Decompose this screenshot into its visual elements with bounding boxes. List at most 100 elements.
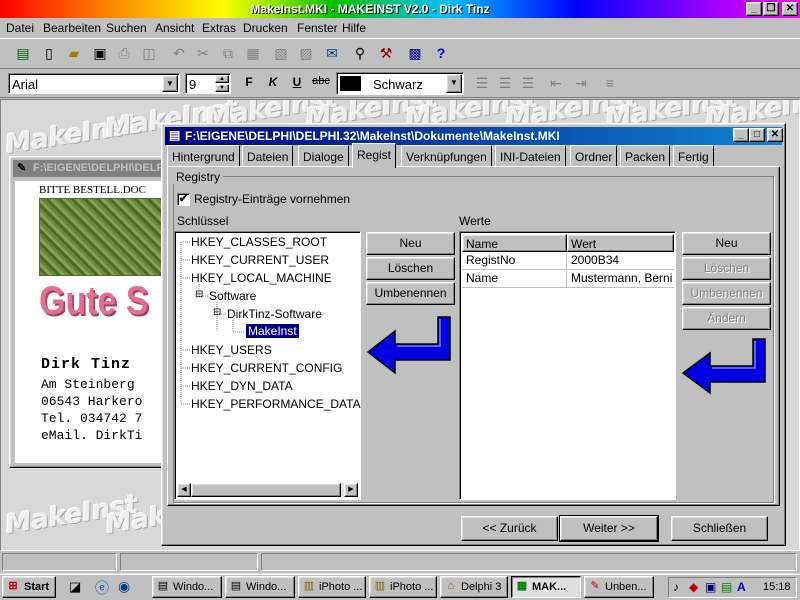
menu-drucken[interactable]: Drucken: [243, 21, 288, 35]
internet-explorer-icon[interactable]: ⓔ: [95, 578, 109, 598]
tab-fertig[interactable]: Fertig: [673, 145, 714, 167]
close-button[interactable]: ✕: [782, 2, 798, 16]
tab-verknuepfungen[interactable]: Verknüpfungen: [401, 145, 492, 167]
back-button[interactable]: << Zurück: [461, 516, 558, 541]
next-button[interactable]: Weiter >>: [559, 515, 659, 542]
tab-hintergrund[interactable]: Hintergrund: [167, 145, 240, 167]
tab-packen[interactable]: Packen: [620, 145, 671, 167]
tree-item-current-user[interactable]: HKEY_CURRENT_USER: [191, 253, 329, 267]
cut-icon[interactable]: ✂: [192, 43, 214, 65]
value-delete-button[interactable]: Löschen: [682, 257, 771, 280]
dialog-minimize-button[interactable]: _: [733, 128, 749, 142]
value-row-value[interactable]: 2000B34: [567, 253, 674, 270]
undo-icon[interactable]: ↶: [168, 43, 190, 65]
monitor-icon[interactable]: ▣: [705, 580, 716, 594]
registry-values-list[interactable]: Name Wert RegistNo 2000B34 Name Musterma…: [459, 231, 676, 500]
bold-button[interactable]: F: [238, 75, 260, 93]
binoculars-icon[interactable]: ⚲: [349, 43, 371, 65]
copy-icon[interactable]: ⧉: [217, 43, 239, 65]
tree-item-classes-root[interactable]: HKEY_CLASSES_ROOT: [191, 235, 327, 249]
tab-dialoge[interactable]: Dialoge: [298, 145, 349, 167]
scheduler-icon[interactable]: ▤: [721, 580, 732, 594]
maximize-button[interactable]: ❐: [763, 2, 779, 16]
mail-icon[interactable]: ✉: [321, 43, 343, 65]
tools-icon[interactable]: ⚒: [375, 43, 397, 65]
clock[interactable]: 15:18: [763, 581, 791, 593]
chevron-down-icon[interactable]: ▼: [162, 75, 178, 92]
menu-datei[interactable]: Datei: [6, 21, 34, 35]
value-new-button[interactable]: Neu: [682, 232, 771, 255]
tree-horizontal-scrollbar[interactable]: ◀ ▶: [177, 483, 358, 497]
desktop-icon[interactable]: ◪: [69, 579, 81, 595]
collapse-icon[interactable]: ⊟: [195, 289, 203, 300]
tree-item-current-config[interactable]: HKEY_CURRENT_CONFIG: [191, 361, 342, 375]
calculator-icon[interactable]: ▩: [404, 43, 426, 65]
replace-icon[interactable]: ▨: [295, 43, 317, 65]
dialog-close-button[interactable]: ✕: [767, 128, 783, 142]
scroll-right-icon[interactable]: ▶: [344, 483, 358, 497]
print-preview-icon[interactable]: ◫: [138, 43, 160, 65]
menu-bearbeiten[interactable]: Bearbeiten: [43, 21, 101, 35]
key-new-button[interactable]: Neu: [366, 232, 455, 255]
key-delete-button[interactable]: Löschen: [366, 257, 455, 280]
tab-dateien[interactable]: Dateien: [242, 145, 294, 167]
task-button-active[interactable]: ▦ MAK...: [511, 576, 581, 598]
registry-checkbox[interactable]: ✔: [177, 193, 190, 206]
task-button[interactable]: ▥ iPhoto ...: [298, 576, 366, 598]
color-combo[interactable]: Schwarz ▼: [336, 72, 464, 95]
outdent-icon[interactable]: ⇤: [546, 76, 566, 92]
tree-item-local-machine[interactable]: HKEY_LOCAL_MACHINE: [191, 271, 332, 285]
align-center-icon[interactable]: ☰: [495, 76, 515, 92]
menu-extras[interactable]: Extras: [202, 21, 236, 35]
save-icon[interactable]: ▣: [89, 43, 111, 65]
print-icon[interactable]: ⎙: [113, 43, 135, 65]
value-row-name[interactable]: RegistNo: [462, 253, 567, 270]
menu-hilfe[interactable]: Hilfe: [342, 21, 366, 35]
open-folder-icon[interactable]: ▰: [63, 43, 85, 65]
registry-key-tree[interactable]: HKEY_CLASSES_ROOT HKEY_CURRENT_USER HKEY…: [174, 231, 361, 500]
tab-regist[interactable]: Regist: [352, 143, 397, 168]
tree-item-users[interactable]: HKEY_USERS: [191, 343, 272, 357]
menu-fenster[interactable]: Fenster: [297, 21, 338, 35]
find-icon[interactable]: ▧: [270, 43, 292, 65]
tree-item-software[interactable]: Software: [209, 289, 256, 303]
tab-ini-dateien[interactable]: INI-Dateien: [495, 145, 566, 167]
new-file-icon[interactable]: ▯: [38, 43, 60, 65]
tree-item-performance-data[interactable]: HKEY_PERFORMANCE_DATA: [191, 397, 361, 411]
strikethrough-button[interactable]: abc: [310, 75, 332, 93]
acrobat-icon[interactable]: A: [737, 580, 746, 594]
minimize-button[interactable]: _: [746, 2, 762, 16]
collapse-icon[interactable]: ⊟: [213, 307, 221, 318]
app-icon[interactable]: ▤: [12, 43, 34, 65]
tree-item-makeinst[interactable]: MakeInst: [245, 323, 300, 339]
value-row-name[interactable]: Name: [462, 271, 567, 288]
spin-up-icon[interactable]: ▲: [215, 75, 229, 83]
tree-item-dirktinz-software[interactable]: DirkTinz-Software: [227, 307, 322, 321]
tree-item-dyn-data[interactable]: HKEY_DYN_DATA: [191, 379, 293, 393]
column-header-value[interactable]: Wert: [567, 234, 674, 252]
close-dialog-button[interactable]: Schließen: [671, 516, 768, 541]
task-button[interactable]: ▥ iPhoto ...: [369, 576, 437, 598]
bullets-icon[interactable]: ≡: [600, 76, 620, 92]
key-rename-button[interactable]: Umbenennen: [366, 282, 455, 305]
value-row-value[interactable]: Mustermann, Berni: [567, 271, 674, 288]
value-rename-button[interactable]: Umbenennen: [682, 282, 771, 305]
font-size-spin[interactable]: 9 ▲ ▼: [185, 73, 231, 94]
indent-icon[interactable]: ⇥: [571, 76, 591, 92]
paste-icon[interactable]: ▦: [242, 43, 264, 65]
column-header-name[interactable]: Name: [462, 234, 567, 252]
align-right-icon[interactable]: ☰: [518, 76, 538, 92]
align-left-icon[interactable]: ☰: [472, 76, 492, 92]
menu-ansicht[interactable]: Ansicht: [155, 21, 194, 35]
task-button[interactable]: ✎ Unben...: [584, 576, 654, 598]
channels-icon[interactable]: ◉: [118, 578, 130, 595]
spin-down-icon[interactable]: ▼: [215, 84, 229, 92]
underline-button[interactable]: U: [286, 75, 308, 93]
chevron-down-icon[interactable]: ▼: [446, 74, 462, 93]
font-name-combo[interactable]: Arial ▼: [8, 73, 180, 94]
scroll-left-icon[interactable]: ◀: [177, 483, 191, 497]
task-button[interactable]: ⌂ Delphi 3: [440, 576, 508, 598]
volume-icon[interactable]: ♪: [673, 580, 679, 594]
tab-ordner[interactable]: Ordner: [570, 145, 618, 167]
menu-suchen[interactable]: Suchen: [106, 21, 147, 35]
